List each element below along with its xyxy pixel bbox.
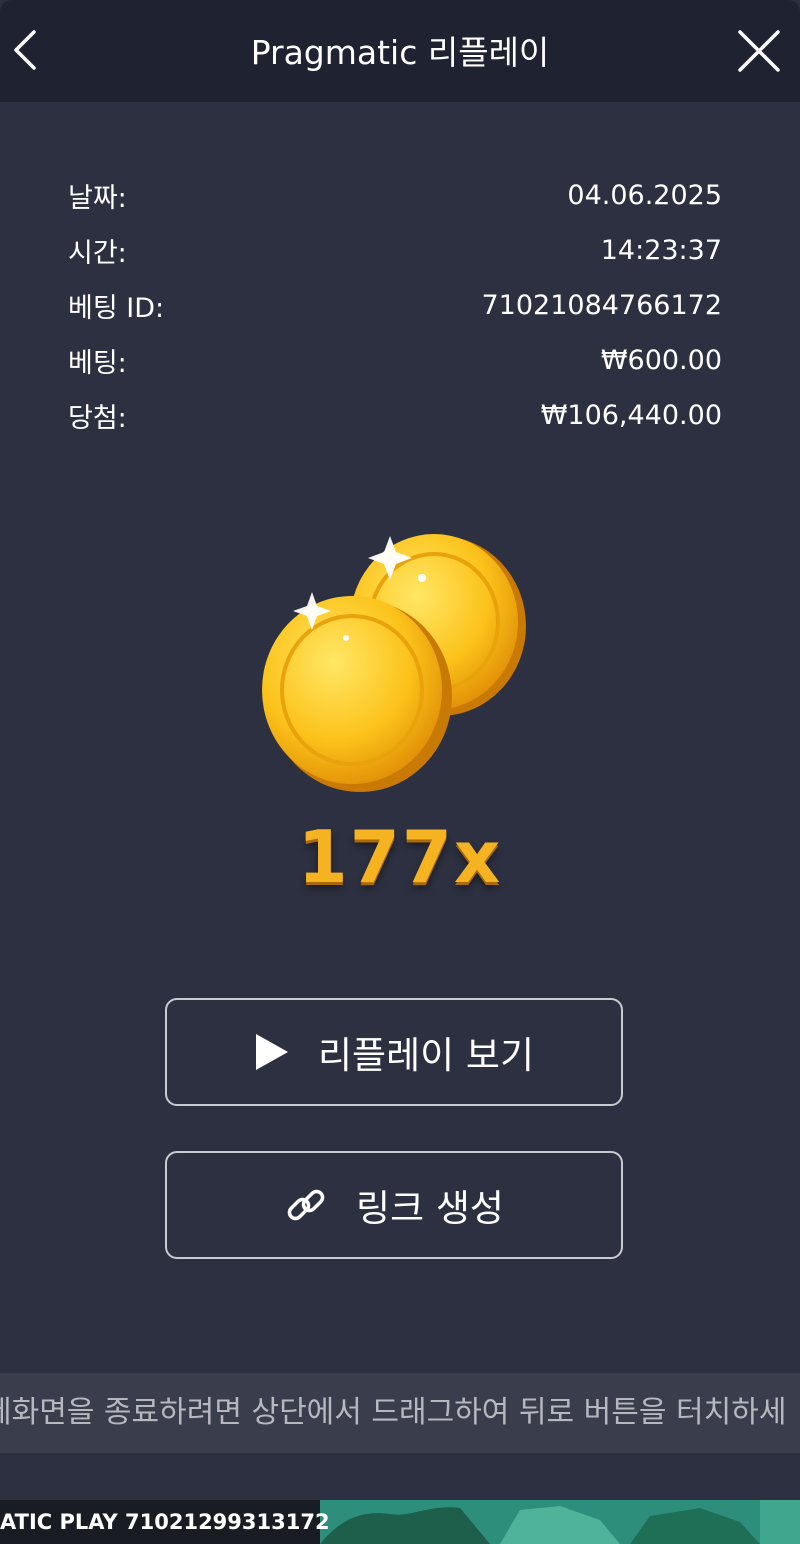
header-bar: Pragmatic 리플레이 [0, 0, 800, 102]
bet-value: ₩600.00 [600, 345, 722, 376]
game-strip-text: ATIC PLAY 71021299313172 [0, 1510, 330, 1534]
info-row-date: 날짜: 04.06.2025 [68, 168, 722, 223]
win-label: 당첨: [68, 403, 127, 434]
bet-label: 베팅: [68, 348, 127, 379]
exit-instruction-banner: 세화면을 종료하려면 상단에서 드래그하여 뒤로 버튼을 터치하세 [0, 1373, 800, 1453]
time-label: 시간: [68, 238, 127, 269]
create-link-button[interactable]: 링크 생성 [165, 1151, 623, 1259]
create-link-label: 링크 생성 [356, 1187, 504, 1230]
win-multiplier: 177x [297, 815, 503, 899]
date-label: 날짜: [68, 183, 127, 214]
info-row-bet-id: 베팅 ID: 71021084766172 [68, 278, 722, 333]
view-replay-button[interactable]: 리플레이 보기 [165, 998, 623, 1106]
win-value: ₩106,440.00 [540, 400, 722, 431]
gold-coins-icon [262, 534, 526, 792]
view-replay-label: 리플레이 보기 [317, 1034, 534, 1077]
bet-id-label: 베팅 ID: [68, 293, 165, 324]
page-title: Pragmatic 리플레이 [250, 33, 550, 72]
time-value: 14:23:37 [600, 235, 722, 266]
info-row-bet: 베팅: ₩600.00 [68, 333, 722, 388]
date-value: 04.06.2025 [567, 180, 722, 211]
bet-id-value: 71021084766172 [481, 290, 723, 321]
game-scene-image [320, 1500, 800, 1544]
replay-panel: Pragmatic 리플레이 날짜: 04.06.2025 시간: 14:23:… [0, 0, 800, 1544]
info-row-time: 시간: 14:23:37 [68, 223, 722, 278]
game-background-strip: ATIC PLAY 71021299313172 [0, 1500, 800, 1544]
close-button[interactable] [734, 26, 784, 76]
info-row-win: 당첨: ₩106,440.00 [68, 388, 722, 443]
close-icon [738, 30, 780, 72]
bet-info: 날짜: 04.06.2025 시간: 14:23:37 베팅 ID: 71021… [68, 168, 722, 443]
exit-instruction-text: 세화면을 종료하려면 상단에서 드래그하여 뒤로 버튼을 터치하세 [0, 1395, 787, 1430]
link-icon [284, 1183, 328, 1227]
play-icon [254, 1032, 290, 1072]
